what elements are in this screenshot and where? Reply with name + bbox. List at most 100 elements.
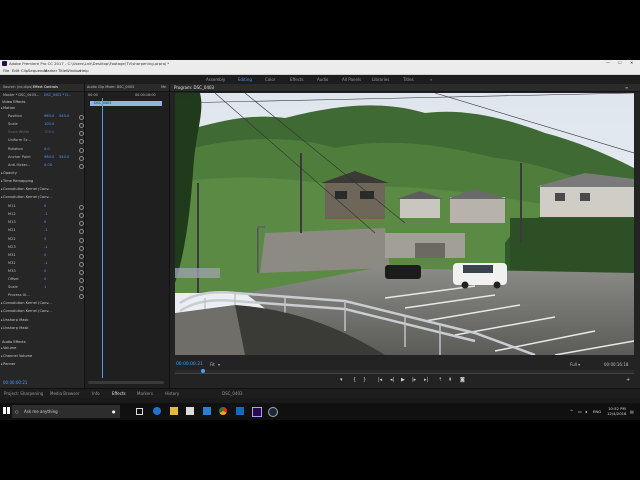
step-back-button[interactable]: ◂|: [390, 377, 394, 383]
fit-dropdown-icon[interactable]: ▾: [218, 362, 220, 367]
keyframe-toggle-icon[interactable]: [79, 229, 84, 235]
app-check-icon[interactable]: [236, 407, 244, 415]
effect-row[interactable]: ▸ Unsharp Mask: [0, 318, 84, 324]
menu-item-marker[interactable]: Marker: [44, 68, 57, 73]
clock-date[interactable]: 12/4/2016: [607, 411, 626, 416]
effect-row-value[interactable]: -1: [44, 228, 48, 232]
current-timecode[interactable]: 00:00:00:21: [176, 362, 203, 367]
effect-row[interactable]: Offset 0: [0, 277, 84, 283]
audio-effect-row[interactable]: ▸ Panner: [0, 362, 84, 368]
bottom-tab-3[interactable]: Effects: [112, 391, 126, 396]
maximize-button[interactable]: ☐: [618, 60, 622, 65]
keyframe-toggle-icon[interactable]: [79, 261, 84, 267]
effect-row[interactable]: Anti-flicker... 0.00: [0, 163, 84, 169]
keyframe-toggle-icon[interactable]: [79, 205, 84, 211]
effect-row-value-2[interactable]: 540.0: [59, 114, 69, 118]
taskbar-search-box[interactable]: ○ Ask me anything ●: [12, 405, 120, 418]
timeline-scrollbar[interactable]: [88, 381, 164, 384]
effect-row-value-2[interactable]: 540.0: [59, 155, 69, 159]
effect-row-value[interactable]: 960.0: [44, 155, 54, 159]
effect-row-value[interactable]: 0.0: [44, 147, 50, 151]
effect-row[interactable]: ▸ Convolution Kernel (Conv...: [0, 301, 84, 307]
keyframe-toggle-icon[interactable]: [79, 123, 84, 129]
more-tab[interactable]: Me: [161, 85, 166, 90]
effect-row[interactable]: Uniform Sc...: [0, 138, 84, 145]
effect-row[interactable]: M13 0: [0, 220, 84, 227]
workspace-tab-titles[interactable]: Titles: [403, 77, 414, 82]
windows-start-icon[interactable]: [3, 407, 10, 414]
step-forward-button[interactable]: |▸: [412, 377, 416, 383]
workspace-tab-assembly[interactable]: Assembly: [206, 77, 225, 82]
go-to-in-button[interactable]: |◂: [378, 377, 382, 383]
resolution-select[interactable]: Full ▾: [570, 362, 580, 367]
export-frame-icon[interactable]: ◙: [460, 377, 465, 383]
program-panel-title[interactable]: Program: DSC_0403: [174, 85, 214, 90]
mark-in-button[interactable]: {: [353, 377, 356, 383]
time-ruler[interactable]: [175, 370, 634, 374]
timeline-clip-bar[interactable]: DSC_0403: [90, 101, 162, 106]
volume-icon[interactable]: ◂: [585, 409, 587, 414]
keyframe-toggle-icon[interactable]: [79, 294, 84, 300]
effect-row-value[interactable]: 0.00: [44, 163, 52, 167]
keyframe-toggle-icon[interactable]: [79, 286, 84, 292]
mail-icon[interactable]: [203, 407, 211, 415]
add-button-icon[interactable]: +: [626, 377, 630, 383]
keyframe-toggle-icon[interactable]: [79, 163, 84, 169]
effect-row[interactable]: M12 -1: [0, 212, 84, 219]
effect-row-value[interactable]: 0: [44, 269, 46, 273]
keyframe-toggle-icon[interactable]: [79, 139, 84, 145]
menu-item-window[interactable]: Window: [66, 68, 81, 73]
effect-row[interactable]: Anchor Point 960.0 540.0: [0, 155, 84, 161]
menu-item-help[interactable]: Help: [80, 68, 89, 73]
effect-row[interactable]: ▸ Unsharp Mask: [0, 326, 84, 332]
effect-row[interactable]: Scale 100.0: [0, 122, 84, 129]
effect-row[interactable]: ▸ Time Remapping: [0, 179, 84, 185]
effect-row[interactable]: Scale Width 100.0: [0, 130, 84, 137]
effect-row-value[interactable]: -1: [44, 261, 48, 265]
bottom-tab-5[interactable]: History: [165, 391, 179, 396]
effect-playhead[interactable]: [102, 98, 103, 378]
close-button[interactable]: ✕: [630, 60, 633, 65]
effect-row[interactable]: ▸ Convolution Kernel (Conv...: [0, 309, 84, 315]
bottom-tab-6[interactable]: DSC_0403: [222, 391, 243, 396]
workspace-tab-libraries[interactable]: Libraries: [372, 77, 389, 82]
effect-row[interactable]: ▸ Opacity: [0, 171, 84, 177]
bottom-tab-4[interactable]: Markers: [137, 391, 153, 396]
effect-row[interactable]: M11 0: [0, 204, 84, 211]
effect-row-value[interactable]: 0: [44, 204, 46, 208]
extract-button[interactable]: ⇞: [448, 377, 452, 383]
keyframe-toggle-icon[interactable]: [79, 147, 84, 153]
effect-row[interactable]: M33 0: [0, 269, 84, 275]
panel-menu-icon[interactable]: ≡: [625, 85, 628, 90]
store-icon[interactable]: [186, 407, 194, 415]
effect-row-value[interactable]: 100.0: [44, 130, 54, 134]
effect-row-value[interactable]: -1: [44, 212, 48, 216]
program-playhead[interactable]: [200, 369, 205, 373]
effect-row-value[interactable]: 5: [44, 237, 46, 241]
keyframe-toggle-icon[interactable]: [79, 278, 84, 283]
audio-clip-mixer-tab[interactable]: Audio Clip Mixer: DSC_0403: [87, 85, 134, 90]
bottom-tab-2[interactable]: Info: [92, 391, 100, 396]
keyframe-toggle-icon[interactable]: [79, 237, 84, 243]
workspace-tab-effects[interactable]: Effects: [290, 77, 304, 82]
notifications-icon[interactable]: ▤: [630, 409, 634, 414]
menu-item-title[interactable]: Title: [58, 68, 66, 73]
audio-effect-row[interactable]: ▸ Volume: [0, 346, 84, 352]
tray-chevron-icon[interactable]: ^: [570, 409, 573, 414]
chrome-icon[interactable]: [219, 407, 227, 415]
effect-row[interactable]: Rotation 0.0: [0, 147, 84, 153]
effect-row-value[interactable]: 0: [44, 220, 46, 224]
effect-row[interactable]: M31 0: [0, 253, 84, 259]
keyframe-toggle-icon[interactable]: [79, 221, 84, 227]
bottom-tab-1[interactable]: Media Browser: [50, 391, 80, 396]
keyframe-toggle-icon[interactable]: [79, 245, 84, 251]
bottom-tab-0[interactable]: Project: Sharpening: [4, 391, 43, 396]
effect-row[interactable]: M21 -1: [0, 228, 84, 235]
menu-item-file[interactable]: File: [3, 68, 9, 73]
keyframe-toggle-icon[interactable]: [79, 253, 84, 259]
keyframe-toggle-icon[interactable]: [79, 115, 84, 121]
effect-row-value[interactable]: 0: [44, 253, 46, 257]
keyframe-toggle-icon[interactable]: [79, 213, 84, 219]
audio-effect-row[interactable]: ▸ Channel Volume: [0, 354, 84, 360]
minimize-button[interactable]: —: [606, 60, 610, 65]
